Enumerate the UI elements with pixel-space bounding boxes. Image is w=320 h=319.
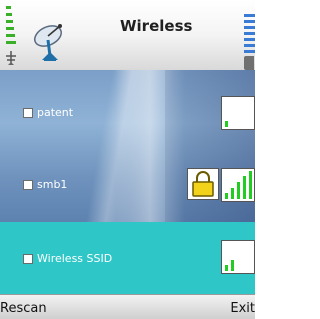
network-row-smb1[interactable]: smb1 (0, 148, 255, 222)
signal-strength-icon (221, 168, 255, 202)
satellite-dish-icon (34, 24, 62, 61)
network-name: Wireless SSID (37, 252, 113, 265)
network-name: smb1 (37, 178, 68, 191)
network-name: patent (37, 106, 74, 119)
checkbox[interactable] (23, 108, 33, 118)
title-bar: Wireless (0, 0, 255, 70)
rescan-button[interactable]: Rescan (0, 301, 47, 316)
signal-strength-icon (221, 240, 255, 274)
checkbox[interactable] (23, 180, 33, 190)
page-title: Wireless (120, 17, 193, 35)
network-row-wireless-ssid[interactable]: Wireless SSID (0, 222, 255, 294)
antenna-icon (6, 51, 16, 65)
wireless-screen: Wireless patent smb1 Wireless SSID Resca… (0, 0, 255, 319)
battery-icon (244, 14, 255, 70)
network-row-patent[interactable]: patent (0, 78, 255, 152)
exit-button[interactable]: Exit (230, 301, 255, 316)
checkbox[interactable] (23, 254, 33, 264)
softkey-bar: Rescan Exit (0, 294, 255, 319)
signal-strength-icon (221, 96, 255, 130)
lock-icon (187, 168, 219, 200)
signal-strength-icon (6, 6, 16, 52)
